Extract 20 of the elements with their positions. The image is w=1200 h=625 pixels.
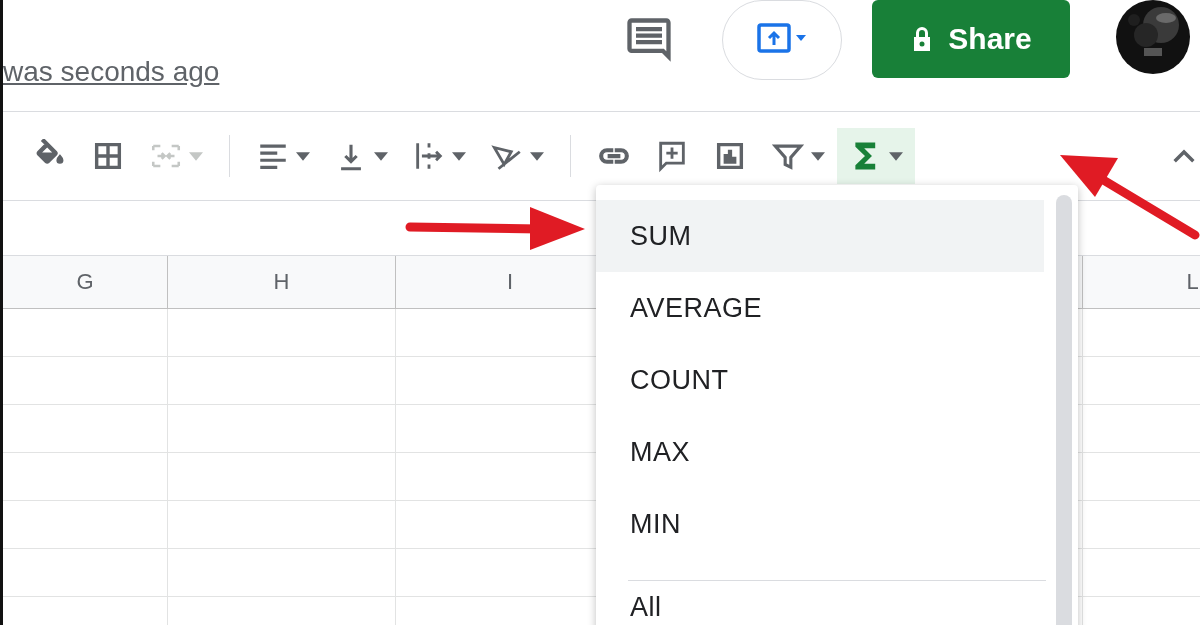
menu-item[interactable]: SUM [596,200,1044,272]
menu-item[interactable]: MIN [596,488,1044,560]
caret-icon[interactable] [889,151,903,161]
caret-icon[interactable] [530,151,544,161]
menu-item[interactable]: All [596,581,1044,625]
caret-icon[interactable] [811,151,825,161]
share-button[interactable]: Share [872,0,1070,78]
last-edit-link[interactable]: was seconds ago [3,56,220,88]
functions-button[interactable] [837,128,915,184]
caret-icon[interactable] [452,151,466,161]
column-header[interactable]: G [76,269,94,295]
menu-item[interactable]: MAX [596,416,1044,488]
menu-item[interactable]: COUNT [596,344,1044,416]
caret-icon[interactable] [374,151,388,161]
menu-item[interactable]: AVERAGE [596,272,1044,344]
column-header[interactable]: I [506,269,514,295]
column-header[interactable]: L [1186,269,1199,295]
caret-icon[interactable] [296,151,310,161]
column-header[interactable]: H [273,269,290,295]
scrollbar[interactable] [1056,195,1072,625]
